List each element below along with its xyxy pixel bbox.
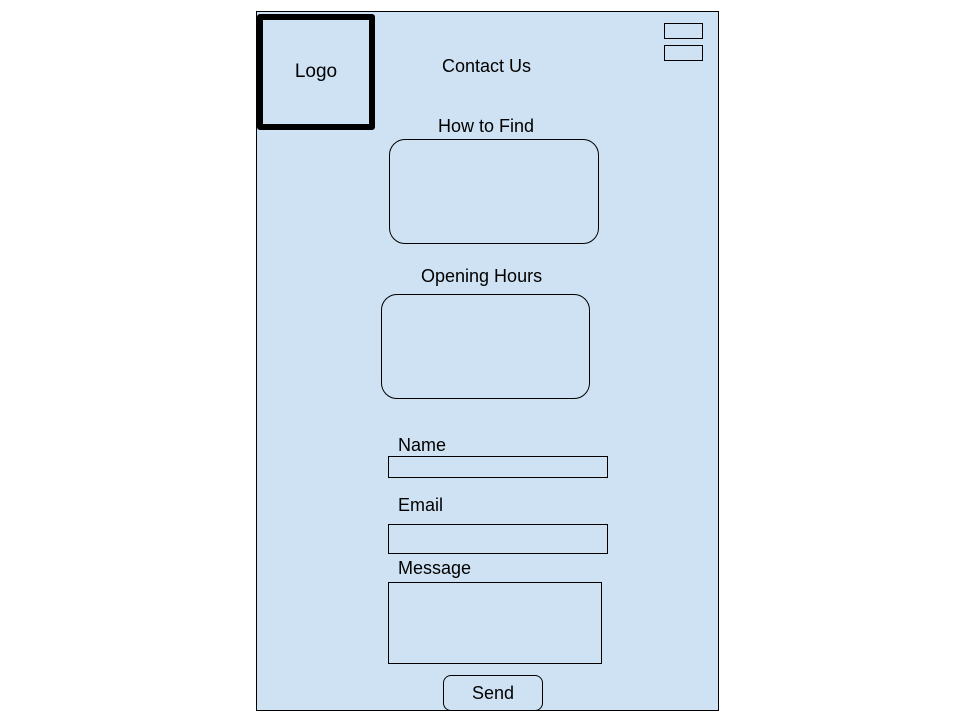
message-label: Message	[398, 558, 472, 578]
opening-hours-box	[381, 294, 590, 399]
menu-bar-top	[664, 23, 703, 39]
name-input[interactable]	[388, 456, 608, 478]
hamburger-menu-icon[interactable]	[664, 23, 704, 63]
email-input[interactable]	[388, 524, 608, 554]
message-textarea[interactable]	[388, 582, 602, 664]
menu-bar-bottom	[664, 45, 703, 61]
logo-label: Logo	[294, 61, 338, 82]
email-label: Email	[398, 495, 444, 515]
logo[interactable]: Logo	[257, 14, 375, 130]
name-label: Name	[398, 435, 447, 455]
how-to-find-box	[389, 139, 599, 244]
opening-hours-heading: Opening Hours	[421, 266, 543, 286]
send-button[interactable]: Send	[443, 675, 543, 711]
mobile-frame: Logo Contact Us How to Find Opening Hour…	[256, 11, 719, 711]
how-to-find-heading: How to Find	[438, 116, 535, 136]
page-title: Contact Us	[442, 56, 532, 76]
